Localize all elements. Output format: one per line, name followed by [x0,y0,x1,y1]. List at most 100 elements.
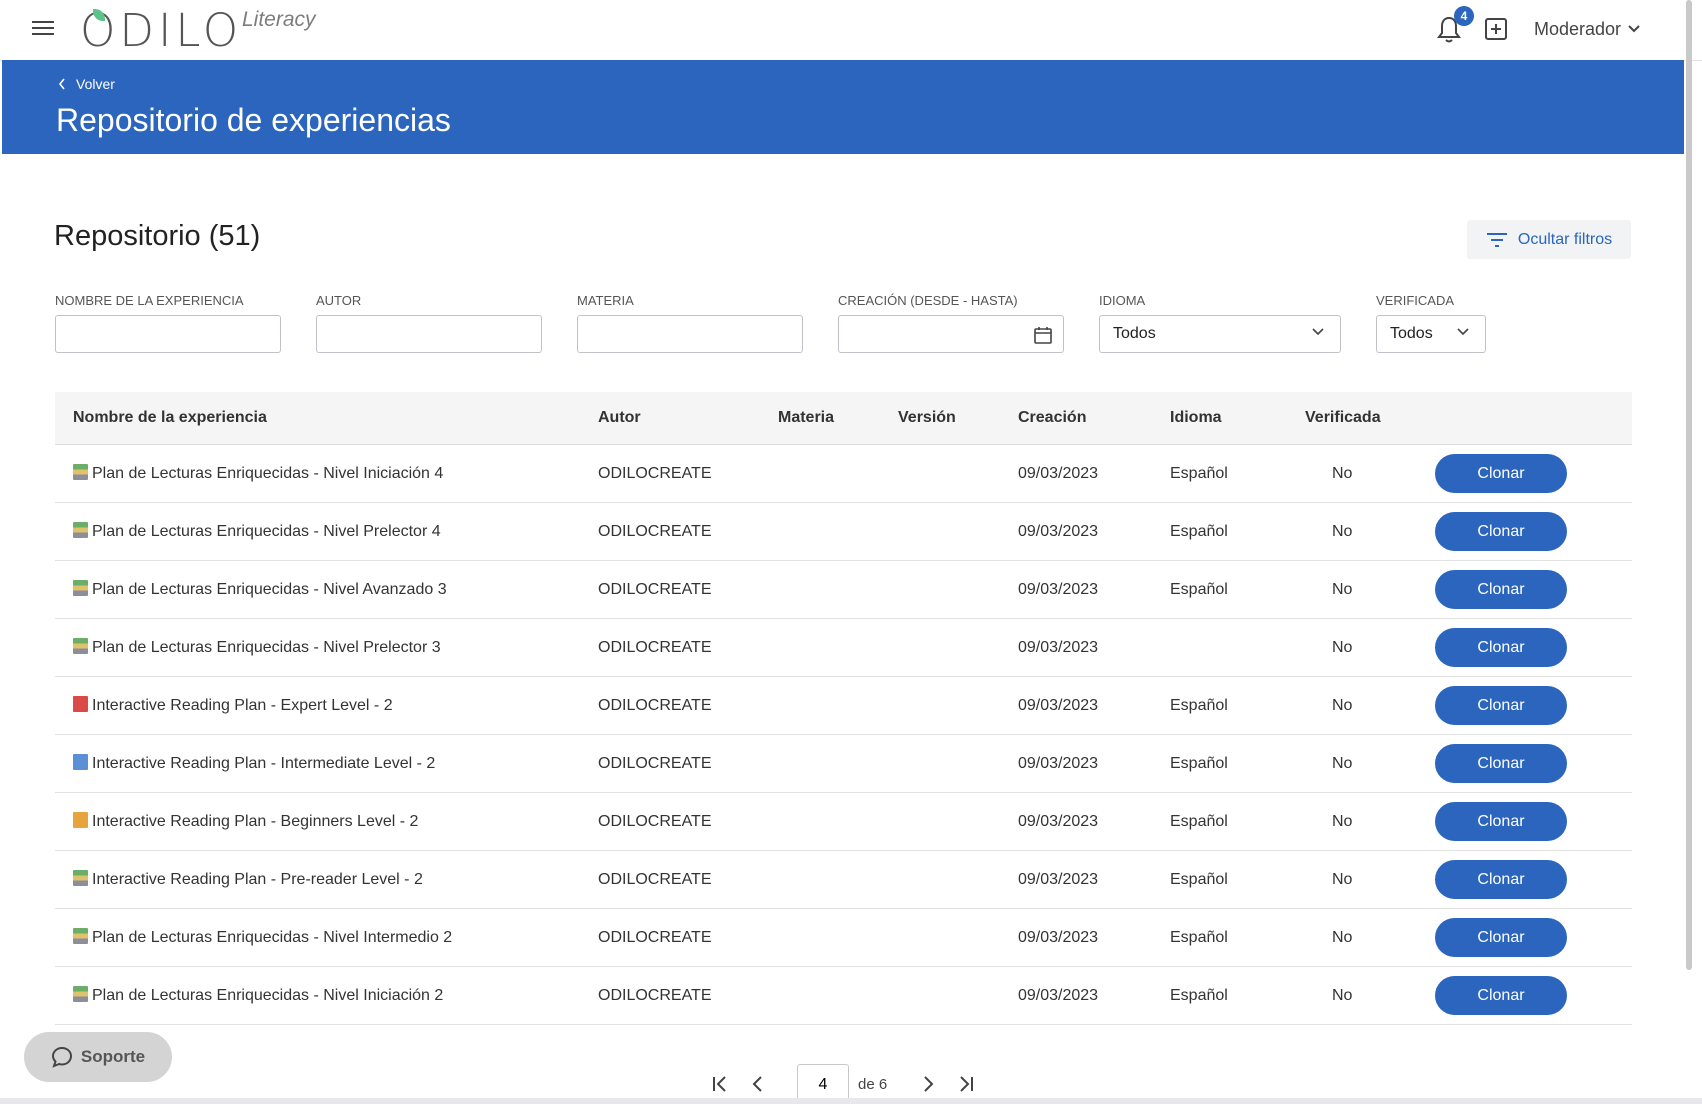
add-square-icon[interactable] [1484,17,1508,41]
experience-name-text[interactable]: Plan de Lecturas Enriquecidas - Nivel In… [92,465,443,482]
clone-button[interactable]: Clonar [1435,802,1567,841]
filter-creation-date: CREACIÓN (DESDE - HASTA) [838,293,1064,353]
cell-author: ODILOCREATE [580,734,760,793]
filter-label-name: NOMBRE DE LA EXPERIENCIA [55,293,244,308]
hide-filters-button[interactable]: Ocultar filtros [1467,220,1631,259]
clone-button[interactable]: Clonar [1435,860,1567,899]
cell-language [1152,618,1287,677]
previous-page-icon[interactable] [748,1074,768,1094]
support-button[interactable]: Soporte [24,1032,172,1082]
cell-version [880,560,1000,619]
experience-name-text[interactable]: Plan de Lecturas Enriquecidas - Nivel Av… [92,581,447,598]
stacked-books-icon [73,580,88,596]
cell-verified: No [1287,734,1417,793]
cell-created: 09/03/2023 [1000,734,1152,793]
chevron-down-icon [1457,328,1469,336]
clone-button[interactable]: Clonar [1435,744,1567,783]
table-body: Plan de Lecturas Enriquecidas - Nivel In… [55,444,1632,1025]
user-menu[interactable]: Moderador [1534,16,1641,42]
verified-select-value: Todos [1390,325,1433,342]
cell-actions: Clonar [1417,792,1632,851]
experience-name-text[interactable]: Plan de Lecturas Enriquecidas - Nivel In… [92,929,452,946]
cell-verified: No [1287,618,1417,677]
cell-actions: Clonar [1417,908,1632,967]
cell-experience-name: Plan de Lecturas Enriquecidas - Nivel Pr… [55,502,580,561]
hamburger-menu-icon[interactable] [32,17,54,41]
cell-subject [760,502,880,561]
experience-name-text[interactable]: Interactive Reading Plan - Expert Level … [92,697,393,714]
table-row: Plan de Lecturas Enriquecidas - Nivel In… [55,444,1632,503]
experience-name-text[interactable]: Plan de Lecturas Enriquecidas - Nivel Pr… [92,523,441,540]
filter-label-created: CREACIÓN (DESDE - HASTA) [838,293,1018,308]
table-row: Plan de Lecturas Enriquecidas - Nivel Av… [55,560,1632,619]
cell-experience-name: Plan de Lecturas Enriquecidas - Nivel In… [55,444,580,503]
filter-label-language: IDIOMA [1099,293,1146,308]
cell-author: ODILOCREATE [580,850,760,909]
column-header-name[interactable]: Nombre de la experiencia [55,392,580,445]
cell-author: ODILOCREATE [580,502,760,561]
cell-verified: No [1287,908,1417,967]
cell-author: ODILOCREATE [580,908,760,967]
cell-experience-name: Plan de Lecturas Enriquecidas - Nivel In… [55,966,580,1025]
first-page-icon[interactable] [710,1074,730,1094]
cell-actions: Clonar [1417,502,1632,561]
cell-actions: Clonar [1417,618,1632,677]
cell-subject [760,792,880,851]
column-header-verified[interactable]: Verificada [1287,392,1417,445]
experience-name-text[interactable]: Interactive Reading Plan - Pre-reader Le… [92,871,423,888]
odilo-logo[interactable]: ODILO Literacy [80,4,380,58]
cell-version [880,502,1000,561]
column-header-subject[interactable]: Materia [760,392,880,445]
cell-subject [760,850,880,909]
table-row: Plan de Lecturas Enriquecidas - Nivel In… [55,966,1632,1025]
clone-button[interactable]: Clonar [1435,918,1567,957]
experience-name-text[interactable]: Interactive Reading Plan - Intermediate … [92,755,435,772]
page-title: Repositorio de experiencias [56,102,451,138]
filter-icon [1486,232,1507,247]
cell-created: 09/03/2023 [1000,850,1152,909]
cell-created: 09/03/2023 [1000,502,1152,561]
table-row: Interactive Reading Plan - Expert Level … [55,676,1632,735]
clone-button[interactable]: Clonar [1435,686,1567,725]
cell-verified: No [1287,966,1417,1025]
cell-language: Español [1152,502,1287,561]
column-header-version[interactable]: Versión [880,392,1000,445]
cell-verified: No [1287,444,1417,503]
clone-button[interactable]: Clonar [1435,512,1567,551]
column-header-language[interactable]: Idioma [1152,392,1287,445]
experience-name-text[interactable]: Interactive Reading Plan - Beginners Lev… [92,813,418,830]
experience-name-input[interactable] [56,316,280,352]
experience-name-text[interactable]: Plan de Lecturas Enriquecidas - Nivel In… [92,987,443,1004]
next-page-icon[interactable] [918,1074,938,1094]
verified-select[interactable]: Todos [1376,315,1486,353]
scrollbar-thumb[interactable] [1686,0,1692,970]
author-input[interactable] [317,316,541,352]
language-select[interactable]: Todos [1099,315,1341,353]
clone-button[interactable]: Clonar [1435,628,1567,667]
table-row: Interactive Reading Plan - Beginners Lev… [55,792,1632,851]
calendar-icon[interactable] [1033,325,1053,345]
experience-name-text[interactable]: Plan de Lecturas Enriquecidas - Nivel Pr… [92,639,441,656]
clone-button[interactable]: Clonar [1435,454,1567,493]
chat-bubble-icon [51,1046,72,1068]
table-row: Interactive Reading Plan - Pre-reader Le… [55,850,1632,909]
page-scrollbar[interactable] [1686,0,1694,970]
column-header-author[interactable]: Autor [580,392,760,445]
clone-button[interactable]: Clonar [1435,570,1567,609]
creation-date-range-input[interactable] [838,315,1064,353]
blue-book-icon [73,754,88,770]
clone-button[interactable]: Clonar [1435,976,1567,1015]
chevron-down-icon [1312,328,1324,336]
cell-created: 09/03/2023 [1000,560,1152,619]
cell-version [880,850,1000,909]
cell-experience-name: Interactive Reading Plan - Intermediate … [55,734,580,793]
cell-subject [760,676,880,735]
cell-version [880,734,1000,793]
cell-version [880,676,1000,735]
table-header-row: Nombre de la experiencia Autor Materia V… [55,392,1632,445]
column-header-created[interactable]: Creación [1000,392,1152,445]
back-link[interactable]: Volver [58,76,115,92]
cell-experience-name: Plan de Lecturas Enriquecidas - Nivel Pr… [55,618,580,677]
subject-input[interactable] [578,316,802,352]
last-page-icon[interactable] [956,1074,976,1094]
